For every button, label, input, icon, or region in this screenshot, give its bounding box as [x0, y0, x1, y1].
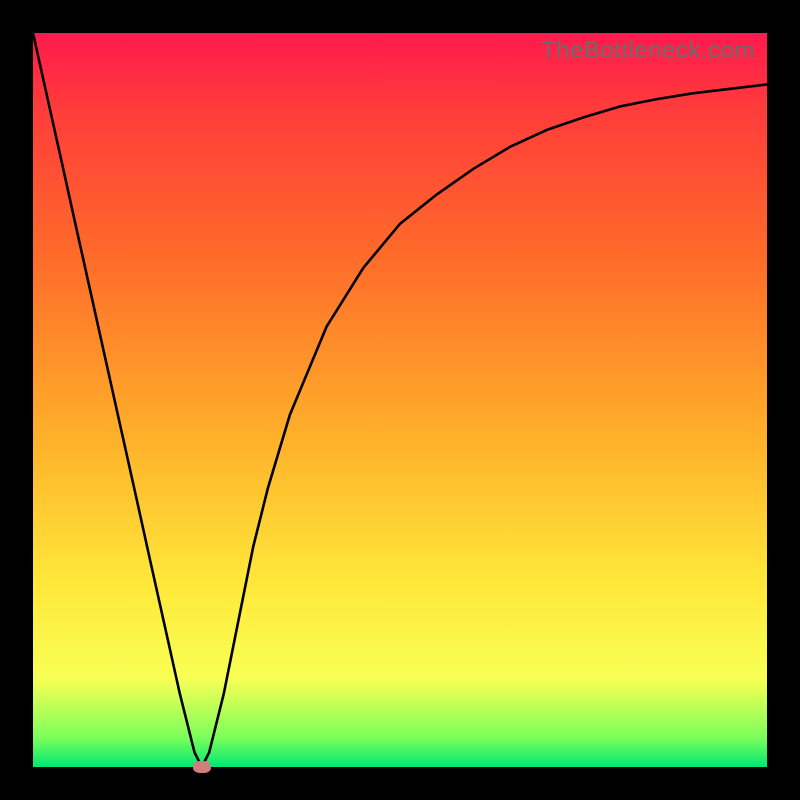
bottleneck-curve	[33, 33, 767, 767]
plot-area: TheBottleneck.com	[33, 33, 767, 767]
chart-frame: TheBottleneck.com	[0, 0, 800, 800]
optimum-marker	[193, 761, 211, 773]
curve-path	[33, 33, 767, 767]
